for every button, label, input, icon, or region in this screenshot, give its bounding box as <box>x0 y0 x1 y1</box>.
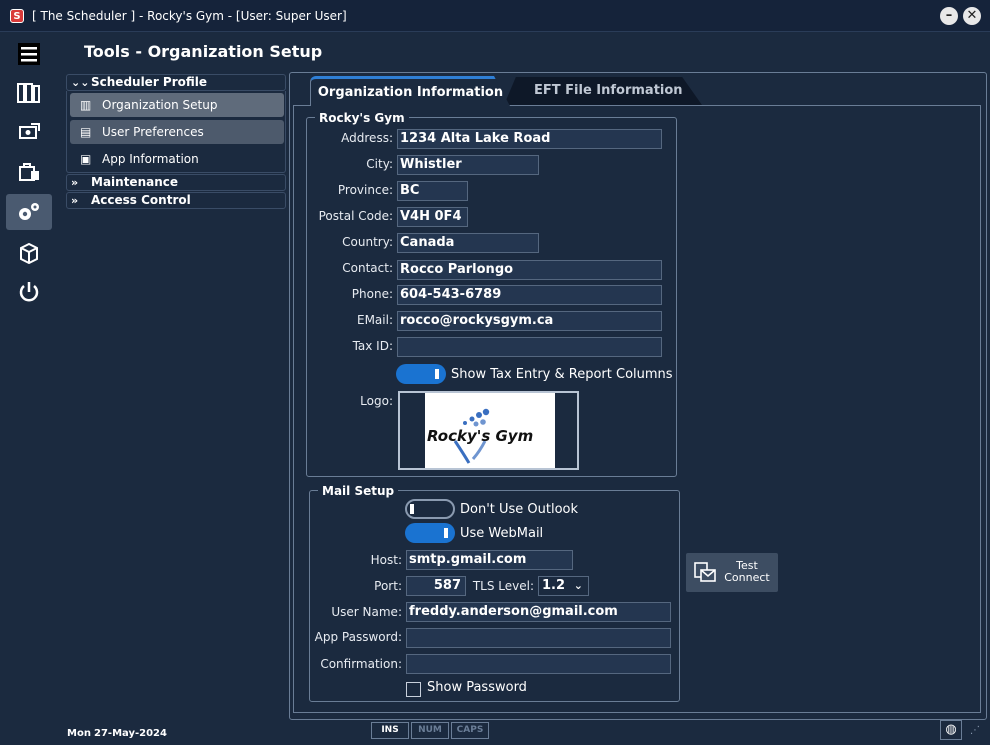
contact-label: Contact: <box>342 261 393 275</box>
show-password-checkbox[interactable] <box>406 682 421 697</box>
province-label: Province: <box>337 183 393 197</box>
building-icon: ▥ <box>80 98 92 112</box>
tab-eft-file-information[interactable]: EFT File Information <box>504 77 702 105</box>
host-field[interactable]: smtp.gmail.com <box>406 550 573 570</box>
address-field[interactable]: 1234 Alta Lake Road <box>397 129 662 149</box>
page-title: Tools - Organization Setup <box>84 42 323 61</box>
test-connect-button[interactable]: Test Connect <box>686 553 778 592</box>
confirmation-label: Confirmation: <box>320 657 402 671</box>
app-logo-icon: S <box>10 8 24 23</box>
host-label: Host: <box>370 553 402 567</box>
ins-indicator: INS <box>371 722 409 739</box>
contact-field[interactable]: Rocco Parlongo <box>397 260 662 280</box>
country-field[interactable]: Canada <box>397 233 539 253</box>
chevron-right-icon: » <box>71 194 79 207</box>
org-group-title: Rocky's Gym <box>315 111 409 125</box>
mail-group-title: Mail Setup <box>318 484 399 498</box>
nav-access-control[interactable]: » Access Control <box>66 192 286 209</box>
show-password-label: Show Password <box>427 680 527 695</box>
app-password-field[interactable] <box>406 628 671 648</box>
postal-code-field[interactable]: V4H 0F4 <box>397 207 468 227</box>
nav-header-label: Scheduler Profile <box>91 75 208 89</box>
logo-text: Rocky's Gym <box>427 427 534 445</box>
test-connect-line2: Connect <box>724 571 770 584</box>
user-name-field[interactable]: freddy.anderson@gmail.com <box>406 602 671 622</box>
port-field[interactable]: 587 <box>406 576 466 596</box>
minimize-button[interactable]: – <box>940 7 958 25</box>
package-icon[interactable] <box>6 235 52 271</box>
use-webmail-toggle[interactable] <box>405 523 455 543</box>
app-password-label: App Password: <box>314 630 402 644</box>
email-label: EMail: <box>357 313 393 327</box>
logo-image: Rocky's Gym <box>425 393 555 468</box>
tls-level-value: 1.2 <box>542 578 566 593</box>
status-day: Mon <box>67 728 91 739</box>
province-field[interactable]: BC <box>397 181 468 201</box>
nav-item-label: App Information <box>102 152 199 166</box>
nav-header-label: Access Control <box>91 193 191 207</box>
logo-label: Logo: <box>360 394 393 408</box>
email-field[interactable]: rocco@rockysgym.ca <box>397 311 662 331</box>
num-indicator: NUM <box>411 722 449 739</box>
power-icon[interactable] <box>6 274 52 310</box>
address-label: Address: <box>341 131 393 145</box>
tools-gears-icon[interactable] <box>6 194 52 230</box>
resize-grip-icon[interactable]: ⋰ <box>970 725 984 739</box>
port-label: Port: <box>374 579 402 593</box>
dont-use-outlook-label: Don't Use Outlook <box>460 502 579 517</box>
toggle-knob <box>410 504 414 514</box>
nav-item-user-preferences[interactable]: ▤ User Preferences <box>70 120 284 144</box>
nav-item-app-information[interactable]: ▣ App Information <box>70 147 284 171</box>
show-tax-toggle[interactable] <box>396 364 446 384</box>
title-bar: S [ The Scheduler ] - Rocky's Gym - [Use… <box>0 0 990 32</box>
chevron-down-icon: ⌄⌄ <box>71 76 90 89</box>
binders-icon[interactable] <box>6 75 52 111</box>
user-name-label: User Name: <box>331 605 402 619</box>
clipboard-icon: ▤ <box>80 125 92 139</box>
show-tax-label: Show Tax Entry & Report Columns <box>451 367 673 382</box>
nav-maintenance[interactable]: » Maintenance <box>66 174 286 191</box>
toggle-knob <box>435 369 439 379</box>
caps-indicator: CAPS <box>451 722 489 739</box>
nav-item-label: User Preferences <box>102 125 204 139</box>
nav-header-label: Maintenance <box>91 175 179 189</box>
phone-field[interactable]: 604-543-6789 <box>397 285 662 305</box>
nav-item-label: Organization Setup <box>102 98 218 112</box>
nav-group: ▥ Organization Setup ▤ User Preferences … <box>66 91 286 173</box>
store-bag-icon[interactable] <box>6 153 52 189</box>
tls-level-select[interactable]: 1.2 ⌄ <box>538 576 589 596</box>
country-label: Country: <box>342 235 393 249</box>
window-title: [ The Scheduler ] - Rocky's Gym - [User:… <box>32 8 347 23</box>
globe-icon[interactable]: ◍ <box>940 720 962 740</box>
payment-icon[interactable] <box>6 114 52 150</box>
city-field[interactable]: Whistler <box>397 155 539 175</box>
confirmation-field[interactable] <box>406 654 671 674</box>
mail-test-icon <box>694 562 716 582</box>
logo-image-box[interactable]: Rocky's Gym <box>398 391 579 470</box>
city-label: City: <box>366 157 393 171</box>
dont-use-outlook-toggle[interactable] <box>405 499 455 519</box>
postal-code-label: Postal Code: <box>318 209 393 223</box>
chevron-right-icon: » <box>71 176 79 189</box>
nav-scheduler-profile[interactable]: ⌄⌄ Scheduler Profile <box>66 74 286 91</box>
tls-level-label: TLS Level: <box>472 579 534 593</box>
close-button[interactable]: ✕ <box>963 7 981 25</box>
tax-id-label: Tax ID: <box>352 339 393 353</box>
monitor-icon: ▣ <box>80 152 92 166</box>
tax-id-field[interactable] <box>397 337 662 357</box>
left-toolbar <box>0 33 56 713</box>
toggle-knob <box>444 528 448 538</box>
chevron-down-icon: ⌄ <box>573 579 583 592</box>
phone-label: Phone: <box>351 287 393 301</box>
status-date: 27-May-2024 <box>94 728 167 739</box>
hamburger-menu-icon[interactable] <box>6 36 52 72</box>
tab-organization-information[interactable]: Organization Information <box>310 76 510 106</box>
use-webmail-label: Use WebMail <box>460 526 544 541</box>
nav-item-organization-setup[interactable]: ▥ Organization Setup <box>70 93 284 117</box>
